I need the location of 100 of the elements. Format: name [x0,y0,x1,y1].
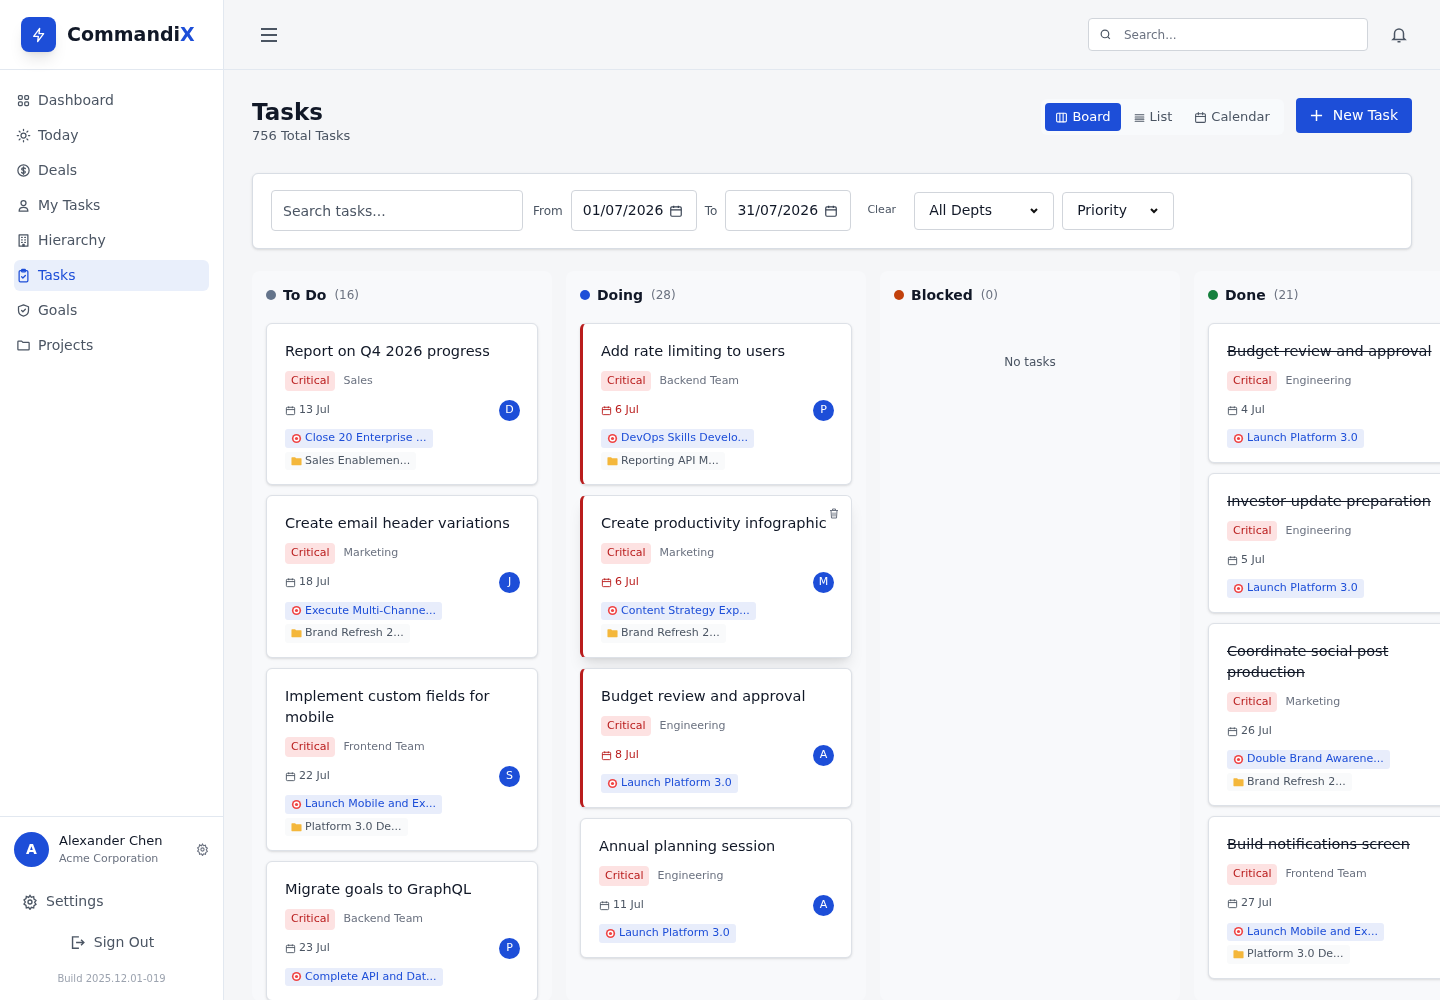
column-title: Blocked [911,285,973,305]
nav-item[interactable]: My Tasks [14,190,209,221]
project-chip[interactable]: Brand Refresh 2... [601,624,726,643]
notification-bell-icon[interactable] [1390,25,1408,44]
due-date: 13 Jul [285,401,330,419]
target-icon [1233,432,1244,444]
priority-badge: Critical [1227,370,1278,391]
settings-icon [22,893,38,910]
calendar-icon [285,577,296,588]
priority-select[interactable]: Priority [1062,191,1175,230]
build-version: Build 2025.12.01-019 [57,972,166,986]
goal-chip[interactable]: Launch Platform 3.0 [599,924,736,943]
task-search-field[interactable]: Search tasks... [271,190,523,231]
target-icon [1233,582,1244,594]
column-title: To Do [283,285,327,305]
team-label: Engineering [657,867,724,884]
company-name: Acme Corporation [59,850,160,867]
nav-item[interactable]: Today [14,120,209,151]
to-date-field[interactable]: 31/07/2026 [725,190,852,231]
priority-badge: Critical [601,715,652,736]
from-label: From [533,202,563,220]
task-card[interactable]: Budget review and approval Critical Engineering 4 Jul Launch Platform 3.0 [1208,322,1440,463]
task-card[interactable]: Build notifications screen Critical Frontend Team 27 Jul Launch Mobile and Ex... Platform 3.0 De... [1208,816,1440,979]
assignee-avatar: M [813,572,834,593]
goal-chip[interactable]: Content Strategy Exp... [601,601,756,620]
search-field[interactable]: Search... [1088,18,1368,51]
project-chip[interactable]: Brand Refresh 2... [1227,772,1352,791]
goal-chip[interactable]: Launch Mobile and Ex... [285,795,443,814]
due-date: 6 Jul [601,574,639,591]
folder-icon [291,455,302,466]
from-date-field[interactable]: 01/07/2026 [570,190,697,231]
project-chip[interactable]: Sales Enablemen... [285,451,417,470]
to-label: To [704,202,718,220]
calendar-icon[interactable] [824,203,839,218]
view-tab[interactable]: List [1122,103,1183,131]
sign-out-button[interactable]: Sign Out [68,932,155,953]
calendar-icon [285,770,296,782]
nav-item[interactable]: Deals [14,155,209,186]
column-count: (21) [1273,287,1299,304]
task-card[interactable]: Migrate goals to GraphQL Critical Backend Team 23 Jul P Complete API and Dat... [266,861,538,1000]
goal-chip[interactable]: Launch Platform 3.0 [1227,579,1364,598]
task-title: Budget review and approval [1227,341,1433,361]
task-card[interactable]: Create productivity infographic Critical Marketing 6 Jul M Content Strategy Exp... Brand Refresh 2... [580,495,852,658]
priority-badge: Critical [285,543,336,564]
task-card[interactable]: Add rate limiting to users Critical Backend Team 6 Jul P DevOps Skills Develo... Reporting API M... [580,322,852,485]
target-icon [1233,926,1244,938]
trash-icon[interactable] [828,507,840,520]
calendar-icon [1227,404,1238,416]
nav-item[interactable]: Dashboard [14,85,209,116]
nav-item[interactable]: Tasks [14,260,209,291]
new-task-button[interactable]: New Task [1295,98,1412,133]
department-select[interactable]: All Depts [914,191,1055,230]
project-chip[interactable]: Reporting API M... [601,451,725,470]
settings-link[interactable]: Settings [22,891,209,912]
team-label: Marketing [343,545,399,561]
clear-button[interactable]: Clear [865,202,899,219]
calendar-icon [601,749,612,761]
due-date: 6 Jul [601,401,639,419]
calendar-icon[interactable] [669,203,684,218]
goal-chip[interactable]: Complete API and Dat... [285,967,443,986]
project-chip[interactable]: Platform 3.0 De... [1227,945,1350,964]
goal-chip[interactable]: Close 20 Enterprise ... [285,429,433,448]
task-card[interactable]: Annual planning session Critical Engineering 11 Jul A Launch Platform 3.0 [580,817,852,958]
task-card[interactable]: Budget review and approval Critical Engineering 8 Jul A Launch Platform 3.0 [580,667,852,808]
goal-chip[interactable]: DevOps Skills Develo... [601,429,754,448]
task-card[interactable]: Investor update preparation Critical Engineering 5 Jul Launch Platform 3.0 [1208,472,1440,613]
folder-icon [607,628,618,639]
goal-chip[interactable]: Launch Mobile and Ex... [1227,922,1385,941]
task-title: Investor update preparation [1227,491,1432,511]
task-card[interactable]: Create email header variations Critical Marketing 18 Jul J Execute Multi-Channe... Brand Refresh 2... [266,495,538,658]
menu-icon[interactable] [260,27,278,42]
goal-chip[interactable]: Double Brand Awarene... [1227,750,1390,769]
team-label: Frontend Team [343,738,425,755]
task-card[interactable]: Implement custom fields for mobile Critical Frontend Team 22 Jul S Launch Mobile and Ex... Platform 3.0 De... [266,667,538,851]
task-title: Annual planning session [599,836,777,856]
folder-icon [16,338,31,353]
settings-icon[interactable] [196,842,209,856]
nav-item[interactable]: Projects [14,330,209,361]
project-chip[interactable]: Brand Refresh 2... [285,624,410,643]
user-name: Alexander Chen [59,832,164,850]
target-icon [291,432,302,444]
task-card[interactable]: Coordinate social post production Critical Marketing 26 Jul Double Brand Awarene... Brand Refresh 2... [1208,622,1440,806]
nav-item[interactable]: Goals [14,295,209,326]
view-tab[interactable]: Board [1045,103,1121,131]
chevron-down-icon [1029,205,1040,216]
page-title: Tasks [252,98,324,126]
goal-chip[interactable]: Execute Multi-Channe... [285,601,442,620]
target-icon [605,927,616,939]
target-icon [291,971,302,983]
nav-item[interactable]: Hierarchy [14,225,209,256]
shield-icon [16,303,31,318]
project-chip[interactable]: Platform 3.0 De... [285,817,408,836]
team-label: Marketing [659,545,715,561]
view-tab[interactable]: Calendar [1184,103,1280,131]
goal-chip[interactable]: Launch Platform 3.0 [1227,429,1364,448]
calendar-icon [1194,110,1208,124]
grid-icon [16,93,31,108]
task-card[interactable]: Report on Q4 2026 progress Critical Sales 13 Jul D Close 20 Enterprise ... Sales Enablemen... [266,322,538,485]
target-icon [1233,753,1244,765]
goal-chip[interactable]: Launch Platform 3.0 [601,774,738,793]
